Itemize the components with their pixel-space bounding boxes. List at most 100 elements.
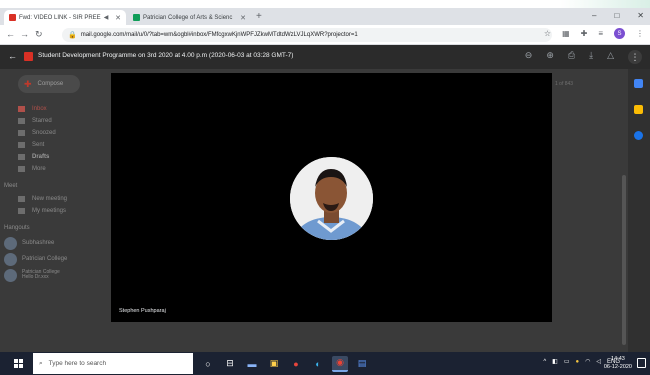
sidebar-item-drafts[interactable]: Drafts bbox=[18, 151, 113, 163]
sidebar-item-more[interactable]: More bbox=[18, 163, 113, 175]
windows-start-icon[interactable] bbox=[14, 359, 23, 368]
browser-toolbar-icons: ☆ ▦ ✚ ≡ S ⋮ bbox=[544, 28, 644, 39]
taskbar-search-input[interactable]: ⌕ Type here to search bbox=[33, 353, 193, 374]
drive-icon[interactable]: △ bbox=[607, 50, 614, 64]
network-icon[interactable]: ◧ bbox=[552, 358, 558, 365]
cortana-icon[interactable]: ○ bbox=[200, 356, 216, 372]
taskbar-apps: ○ ⊟ ▬ ▣ ● ◐ ◉ ▤ bbox=[200, 352, 370, 375]
avatar bbox=[4, 236, 17, 250]
gmail-background: ← Student Development Programme on 3rd 2… bbox=[0, 45, 650, 352]
meet-section-title: Meet bbox=[4, 183, 18, 189]
hangout-contact[interactable]: Patrician College Hello Dr.xxx bbox=[4, 267, 113, 283]
forward-icon[interactable]: → bbox=[20, 29, 29, 39]
side-panel bbox=[628, 69, 650, 352]
search-icon: ⌕ bbox=[39, 359, 43, 367]
tab-label: Fwd: VIDEO LINK - SIR PREE bbox=[19, 14, 101, 21]
top-band bbox=[0, 0, 650, 8]
battery-icon[interactable]: ▭ bbox=[564, 358, 570, 365]
volume-icon[interactable]: ◁ bbox=[596, 358, 601, 365]
keep-icon[interactable] bbox=[634, 105, 643, 114]
wifi-icon[interactable]: ◠ bbox=[585, 358, 590, 365]
video-icon bbox=[18, 196, 25, 202]
keyboard-icon bbox=[18, 208, 25, 214]
pagination-text: 1 of 843 bbox=[555, 81, 574, 87]
url-text: mail.google.com/mail/u/0/?tab=wm&ogbl#in… bbox=[80, 32, 358, 38]
meet-my-meetings[interactable]: My meetings bbox=[18, 205, 113, 217]
clock-icon bbox=[18, 130, 25, 136]
video-player[interactable]: Stephen Pushparaj bbox=[111, 73, 552, 322]
maximize-button[interactable]: □ bbox=[614, 11, 619, 20]
chevron-down-icon bbox=[18, 166, 25, 172]
video-file-icon bbox=[24, 52, 33, 61]
gmail-icon bbox=[9, 14, 16, 21]
viewer-actions: ⊖ ⊕ ⎙ ⤓ △ ⋮ bbox=[525, 50, 642, 64]
sidebar-item-starred[interactable]: Starred bbox=[18, 115, 113, 127]
close-icon[interactable]: ✕ bbox=[115, 14, 121, 22]
tab-gmail[interactable]: Fwd: VIDEO LINK - SIR PREE ◀ ✕ bbox=[4, 10, 126, 25]
tab-label: Patrician College of Arts & Scienc bbox=[143, 14, 233, 21]
plus-icon: ✚ bbox=[24, 78, 32, 89]
clock-date: 06-12-2020 bbox=[603, 364, 632, 370]
more-options-icon[interactable]: ⋮ bbox=[628, 50, 642, 64]
minimize-button[interactable]: – bbox=[592, 11, 596, 20]
calendar-icon[interactable] bbox=[634, 79, 643, 88]
office-icon[interactable]: ● bbox=[288, 356, 304, 372]
lock-icon: 🔒 bbox=[68, 32, 77, 39]
chevron-up-icon[interactable]: ^ bbox=[543, 359, 546, 365]
extension-icon[interactable]: ▦ bbox=[562, 29, 570, 38]
meeting-title: Student Development Programme on 3rd 202… bbox=[38, 52, 294, 59]
action-center-icon[interactable] bbox=[637, 358, 646, 368]
avatar bbox=[4, 252, 17, 266]
scrollbar[interactable] bbox=[622, 175, 626, 345]
tab-audio-icon: ◀ bbox=[103, 15, 109, 21]
photos-icon[interactable]: ▤ bbox=[354, 356, 370, 372]
new-tab-button[interactable]: + bbox=[256, 11, 262, 22]
close-window-button[interactable]: ✕ bbox=[637, 11, 644, 20]
edge-icon[interactable]: ◐ bbox=[310, 356, 326, 372]
site-favicon-icon bbox=[133, 14, 140, 21]
speaker-name: Stephen Pushparaj bbox=[119, 308, 166, 314]
chrome-icon[interactable]: ◉ bbox=[332, 355, 348, 372]
close-icon[interactable]: ✕ bbox=[240, 14, 246, 22]
profile-avatar[interactable]: S bbox=[614, 28, 625, 39]
puzzle-icon[interactable]: ✚ bbox=[581, 29, 588, 38]
notification-app-icon[interactable]: ● bbox=[575, 359, 579, 365]
draft-icon bbox=[18, 154, 25, 160]
star-icon bbox=[18, 118, 25, 124]
compose-button[interactable]: ✚ Compose bbox=[18, 75, 80, 93]
back-arrow-icon[interactable]: ← bbox=[8, 51, 17, 61]
sidebar-item-inbox[interactable]: Inbox bbox=[18, 103, 113, 115]
avatar bbox=[4, 268, 17, 282]
zoom-in-icon[interactable]: ⊕ bbox=[546, 50, 554, 64]
tasks-icon[interactable] bbox=[634, 131, 643, 140]
navigation-bar: ← → ↻ 🔒 mail.google.com/mail/u/0/?tab=wm… bbox=[0, 25, 650, 45]
person-photo-icon bbox=[290, 157, 373, 240]
send-icon bbox=[18, 142, 25, 148]
viewer-header: ← Student Development Programme on 3rd 2… bbox=[0, 45, 650, 69]
bookmark-star-icon[interactable]: ☆ bbox=[544, 29, 551, 38]
clock[interactable]: 14:43 06-12-2020 bbox=[604, 355, 632, 371]
reload-icon[interactable]: ↻ bbox=[35, 29, 43, 40]
window-controls: – □ ✕ bbox=[592, 11, 644, 20]
file-explorer-icon[interactable]: ▬ bbox=[244, 356, 260, 372]
clock-time: 14:43 bbox=[611, 356, 625, 362]
address-bar[interactable]: 🔒 mail.google.com/mail/u/0/?tab=wm&ogbl#… bbox=[62, 28, 552, 42]
download-icon[interactable]: ⤓ bbox=[589, 50, 593, 64]
tab-patrician[interactable]: Patrician College of Arts & Scienc ✕ bbox=[128, 10, 251, 25]
sidebar-item-snoozed[interactable]: Snoozed bbox=[18, 127, 113, 139]
more-menu-icon[interactable]: ⋮ bbox=[636, 29, 644, 38]
hangouts-section-title: Hangouts bbox=[4, 225, 30, 231]
meet-new-meeting[interactable]: New meeting bbox=[18, 193, 113, 205]
print-icon[interactable]: ⎙ bbox=[568, 50, 575, 64]
zoom-out-icon[interactable]: ⊖ bbox=[525, 50, 533, 64]
hangout-contact[interactable]: Subhashree bbox=[4, 235, 113, 251]
sidebar-item-sent[interactable]: Sent bbox=[18, 139, 113, 151]
media-icon[interactable]: ≡ bbox=[598, 29, 603, 38]
windows-taskbar: ⌕ Type here to search ○ ⊟ ▬ ▣ ● ◐ ◉ ▤ ^ … bbox=[0, 352, 650, 375]
back-icon[interactable]: ← bbox=[6, 29, 15, 39]
tab-strip: Fwd: VIDEO LINK - SIR PREE ◀ ✕ Patrician… bbox=[0, 8, 650, 25]
store-icon[interactable]: ▣ bbox=[266, 356, 282, 372]
inbox-icon bbox=[18, 106, 25, 112]
task-view-icon[interactable]: ⊟ bbox=[222, 356, 238, 372]
hangout-contact[interactable]: Patrician College bbox=[4, 251, 113, 267]
